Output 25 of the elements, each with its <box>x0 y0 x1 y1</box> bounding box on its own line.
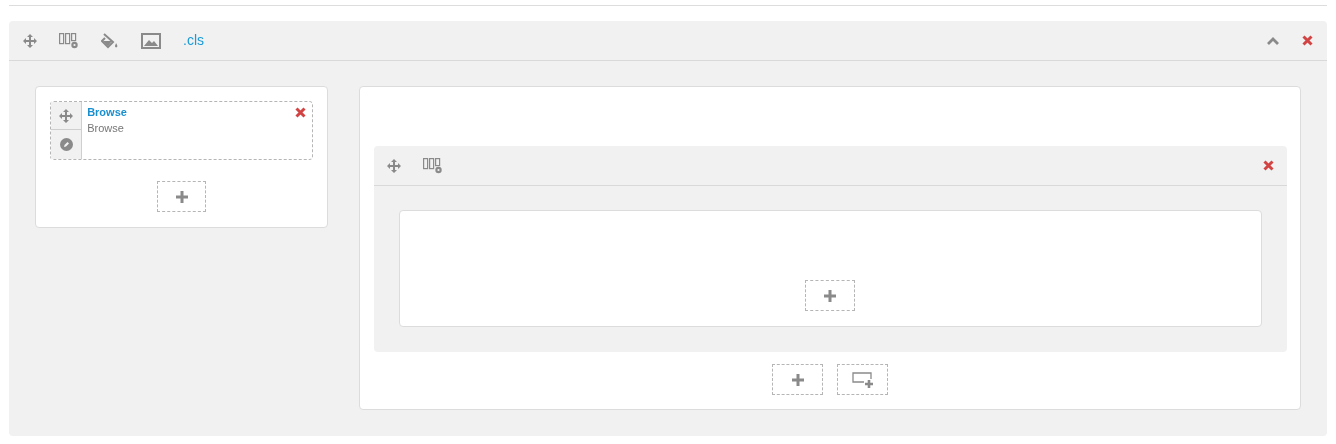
columns-settings-icon[interactable] <box>422 157 443 174</box>
image-icon[interactable] <box>141 32 161 49</box>
columns-settings-icon[interactable] <box>59 32 79 49</box>
close-icon[interactable] <box>1262 160 1274 171</box>
move-icon[interactable] <box>386 158 401 173</box>
add-row-button[interactable] <box>837 364 889 395</box>
plus-icon <box>824 289 837 302</box>
pencil-icon <box>59 138 73 151</box>
move-icon <box>59 108 74 123</box>
add-module-button[interactable] <box>772 364 824 395</box>
close-icon[interactable] <box>295 107 307 118</box>
add-module-button[interactable] <box>805 280 856 311</box>
close-icon[interactable] <box>1302 35 1313 46</box>
paint-bucket-icon[interactable] <box>101 32 119 49</box>
module-subtitle: Browse <box>87 121 125 135</box>
add-module-button[interactable] <box>157 181 207 212</box>
module-title: Browse <box>87 105 128 119</box>
class-link[interactable]: .cls <box>183 30 204 51</box>
add-row-icon <box>851 371 874 388</box>
move-handle[interactable] <box>51 102 82 130</box>
chevron-up-icon[interactable] <box>1266 35 1280 46</box>
edit-button[interactable] <box>51 130 82 159</box>
plus-icon <box>175 190 188 203</box>
move-icon[interactable] <box>23 33 37 48</box>
plus-icon <box>791 373 804 386</box>
